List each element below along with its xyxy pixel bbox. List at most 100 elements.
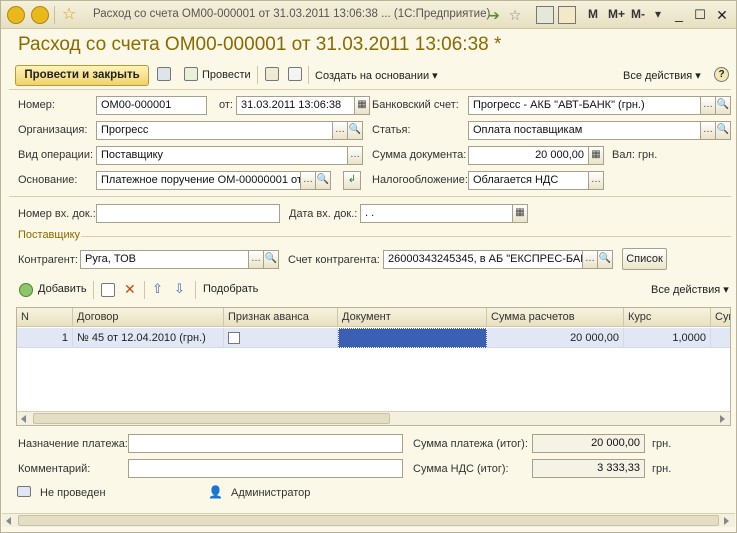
article-open-icon[interactable]: 🔍	[715, 121, 731, 140]
move-down-icon[interactable]: ⇩	[174, 281, 185, 297]
copy-row-icon[interactable]	[101, 283, 115, 297]
navigate-forward-icon[interactable]: ➔	[485, 6, 503, 24]
create-based-on-menu[interactable]: Создать на основании ▾	[315, 69, 438, 82]
dropdown-arrow-icon[interactable]: ▾	[655, 7, 661, 21]
payment-currency-label: грн.	[652, 438, 672, 450]
document-cell[interactable]	[338, 328, 487, 348]
basis-field[interactable]: Платежное поручение ОМ-00000001 от	[96, 171, 301, 190]
delete-row-icon[interactable]: ✕	[124, 281, 136, 298]
counterparty-select-button[interactable]: …	[248, 250, 264, 269]
column-header-advance[interactable]: Признак аванса	[224, 308, 338, 327]
organization-open-icon[interactable]: 🔍	[347, 121, 363, 140]
number-field[interactable]: ОМ00-000001	[96, 96, 207, 115]
memory-plus-button[interactable]: M+	[608, 7, 625, 21]
help-button[interactable]: ?	[714, 67, 729, 82]
window-horizontal-scrollbar[interactable]	[2, 513, 735, 527]
save-icon[interactable]	[157, 67, 171, 81]
incoming-doc-number-label: Номер вх. док.:	[18, 208, 96, 220]
scroll-thumb[interactable]	[18, 515, 719, 526]
column-header-rate[interactable]: Курс	[624, 308, 711, 327]
scroll-left-icon[interactable]	[21, 415, 26, 423]
comment-field[interactable]	[128, 459, 403, 478]
incoming-doc-date-field[interactable]: . .	[360, 204, 513, 223]
table-row[interactable]: 1 № 45 от 12.04.2010 (грн.) 20 000,00 1,…	[17, 328, 730, 348]
add-icon[interactable]	[19, 283, 33, 297]
minimize-icon[interactable]: _	[670, 6, 688, 24]
row-number-cell[interactable]: 1	[17, 328, 73, 348]
print-form-icon[interactable]	[288, 67, 302, 81]
calendar-icon[interactable]	[558, 6, 576, 24]
column-header-sum[interactable]: Сумма расчетов	[487, 308, 624, 327]
memory-button[interactable]: M	[588, 7, 598, 21]
counterparty-account-open-icon[interactable]: 🔍	[597, 250, 613, 269]
column-header-n[interactable]: N	[17, 308, 73, 327]
scroll-left-icon[interactable]	[6, 517, 11, 525]
move-up-icon[interactable]: ⇧	[152, 281, 163, 297]
document-status-icon	[17, 486, 31, 497]
scroll-right-icon[interactable]	[724, 517, 729, 525]
scroll-right-icon[interactable]	[720, 415, 725, 423]
taxation-label: Налогообложение:	[372, 174, 468, 186]
taxation-field[interactable]: Облагается НДС	[468, 171, 589, 190]
counterparty-field[interactable]: Руга, ТОВ	[80, 250, 249, 269]
taxation-select-button[interactable]: …	[588, 171, 604, 190]
payment-total-label: Сумма платежа (итог):	[413, 438, 528, 450]
calendar-picker-icon[interactable]: ▦	[354, 96, 370, 115]
date-field[interactable]: 31.03.2011 13:06:38	[236, 96, 355, 115]
bank-account-open-icon[interactable]: 🔍	[715, 96, 731, 115]
calculator-icon[interactable]	[536, 6, 554, 24]
scroll-thumb[interactable]	[33, 413, 390, 424]
bank-account-field[interactable]: Прогресс - АКБ "АВТ-БАНК" (грн.)	[468, 96, 701, 115]
rate-cell[interactable]: 1,0000	[624, 328, 711, 348]
1c-logo-icon[interactable]	[7, 6, 25, 24]
separator	[195, 281, 196, 299]
pick-button[interactable]: Подобрать	[203, 283, 258, 295]
responsible-user: Администратор	[231, 487, 311, 499]
list-button[interactable]: Список	[622, 248, 667, 270]
calendar-picker-icon[interactable]: ▦	[512, 204, 528, 223]
operation-type-select-button[interactable]: …	[347, 146, 363, 165]
page-title: Расход со счета ОМ00-000001 от 31.03.201…	[18, 34, 502, 55]
article-field[interactable]: Оплата поставщикам	[468, 121, 701, 140]
window-title: Расход со счета ОМ00-000001 от 31.03.201…	[93, 8, 491, 20]
column-header-sum-extra[interactable]: Сум	[711, 308, 730, 327]
incoming-doc-number-field[interactable]	[96, 204, 280, 223]
operation-type-field[interactable]: Поставщику	[96, 146, 348, 165]
post-icon[interactable]	[184, 67, 198, 81]
sum-extra-cell[interactable]	[711, 328, 730, 348]
advance-cell[interactable]	[224, 328, 338, 348]
close-icon[interactable]: ✕	[713, 6, 731, 24]
counterparty-open-icon[interactable]: 🔍	[263, 250, 279, 269]
fill-from-basis-icon[interactable]: ↲	[343, 171, 361, 190]
bank-account-select-button[interactable]: …	[700, 96, 716, 115]
counterparty-account-select-button[interactable]: …	[582, 250, 598, 269]
organization-select-button[interactable]: …	[332, 121, 348, 140]
contract-cell[interactable]: № 45 от 12.04.2010 (грн.)	[73, 328, 224, 348]
table-all-actions-menu[interactable]: Все действия ▾	[651, 283, 729, 296]
payment-purpose-field[interactable]	[128, 434, 403, 453]
basis-open-icon[interactable]: 🔍	[315, 171, 331, 190]
column-header-document[interactable]: Документ	[338, 308, 487, 327]
add-row-button[interactable]: Добавить	[38, 283, 87, 295]
memory-minus-button[interactable]: M-	[631, 7, 645, 21]
accounting-entries-icon[interactable]	[265, 67, 279, 81]
post-button[interactable]: Провести	[202, 69, 251, 81]
menu-chevron-icon[interactable]	[31, 6, 49, 24]
counterparty-account-field[interactable]: 26000343245345, в АБ "ЕКСПРЕС-БАН	[383, 250, 583, 269]
calculator-icon[interactable]: ▦	[588, 146, 604, 165]
article-select-button[interactable]: …	[700, 121, 716, 140]
advance-checkbox[interactable]	[228, 332, 240, 344]
all-actions-menu[interactable]: Все действия ▾	[623, 69, 701, 82]
number-label: Номер:	[18, 99, 55, 111]
maximize-icon[interactable]: ☐	[691, 6, 709, 24]
sum-cell[interactable]: 20 000,00	[487, 328, 624, 348]
column-header-contract[interactable]: Договор	[73, 308, 224, 327]
post-and-close-button[interactable]: Провести и закрыть	[15, 65, 149, 86]
document-sum-field[interactable]: 20 000,00	[468, 146, 589, 165]
horizontal-scrollbar[interactable]	[17, 411, 730, 425]
document-window: ☆ Расход со счета ОМ00-000001 от 31.03.2…	[0, 0, 737, 533]
bookmark-star-icon[interactable]: ☆	[506, 6, 524, 24]
favorite-star-icon[interactable]: ☆	[60, 6, 78, 24]
basis-select-button[interactable]: …	[300, 171, 316, 190]
organization-field[interactable]: Прогресс	[96, 121, 333, 140]
